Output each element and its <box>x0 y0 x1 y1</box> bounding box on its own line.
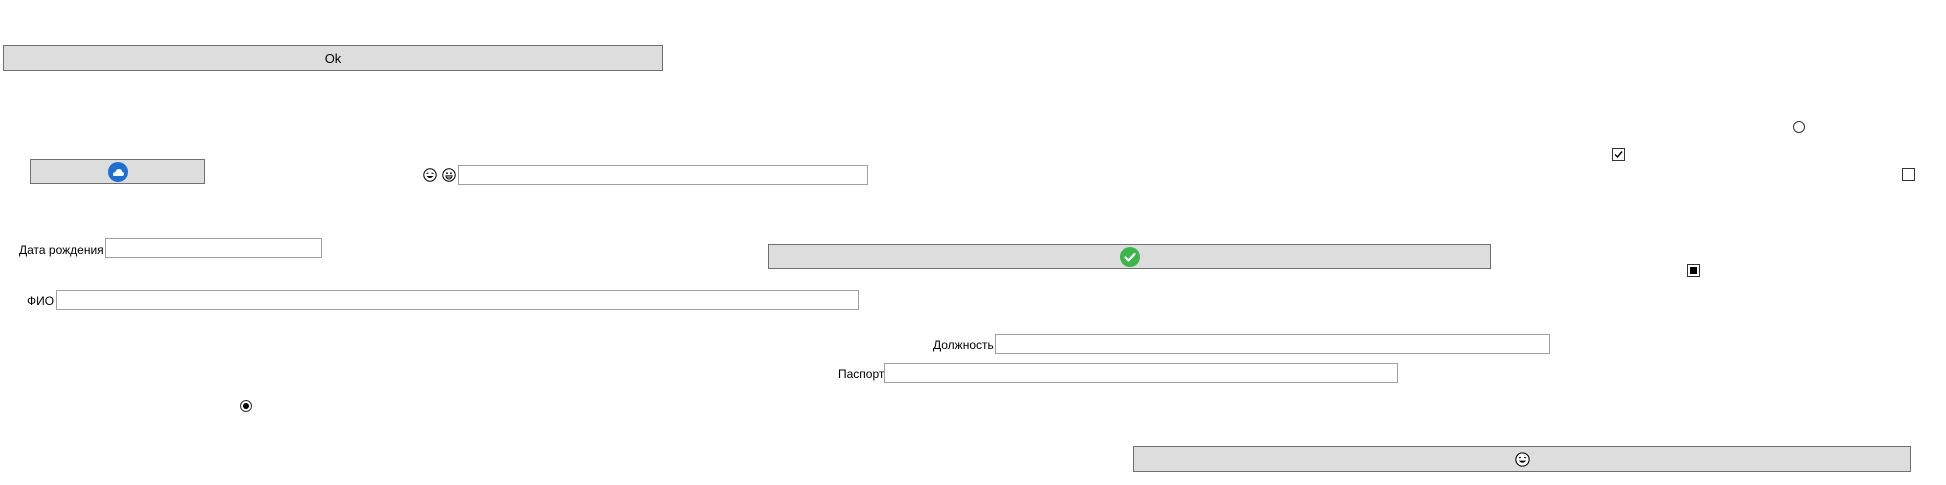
radio-button-top[interactable] <box>1793 121 1805 133</box>
full-name-label: ФИО <box>27 294 55 308</box>
laughing-emoji-icon <box>1514 451 1530 467</box>
checkbox-indeterminate[interactable] <box>1687 264 1700 277</box>
cloud-button[interactable] <box>30 159 205 184</box>
birth-date-label: Дата рождения <box>19 243 104 257</box>
green-check-icon <box>1119 246 1140 267</box>
emoji-text-input[interactable] <box>458 165 868 185</box>
checkbox-checked[interactable] <box>1612 148 1625 161</box>
grinning-emoji-icon <box>442 168 456 182</box>
position-input[interactable] <box>995 334 1550 354</box>
ok-button[interactable]: Ok <box>3 45 663 71</box>
passport-label: Паспорт <box>838 367 885 381</box>
laughing-emoji-icon <box>423 168 437 182</box>
confirm-button[interactable] <box>768 244 1491 269</box>
full-name-input[interactable] <box>56 290 859 310</box>
passport-input[interactable] <box>884 363 1398 383</box>
ok-button-label: Ok <box>324 50 342 66</box>
radio-button-selected[interactable] <box>240 400 252 412</box>
birth-date-input[interactable] <box>105 238 322 258</box>
checkbox-unchecked[interactable] <box>1902 168 1915 181</box>
emoji-button[interactable] <box>1133 446 1911 472</box>
position-label: Должность <box>933 338 994 352</box>
cloud-icon <box>107 161 128 182</box>
